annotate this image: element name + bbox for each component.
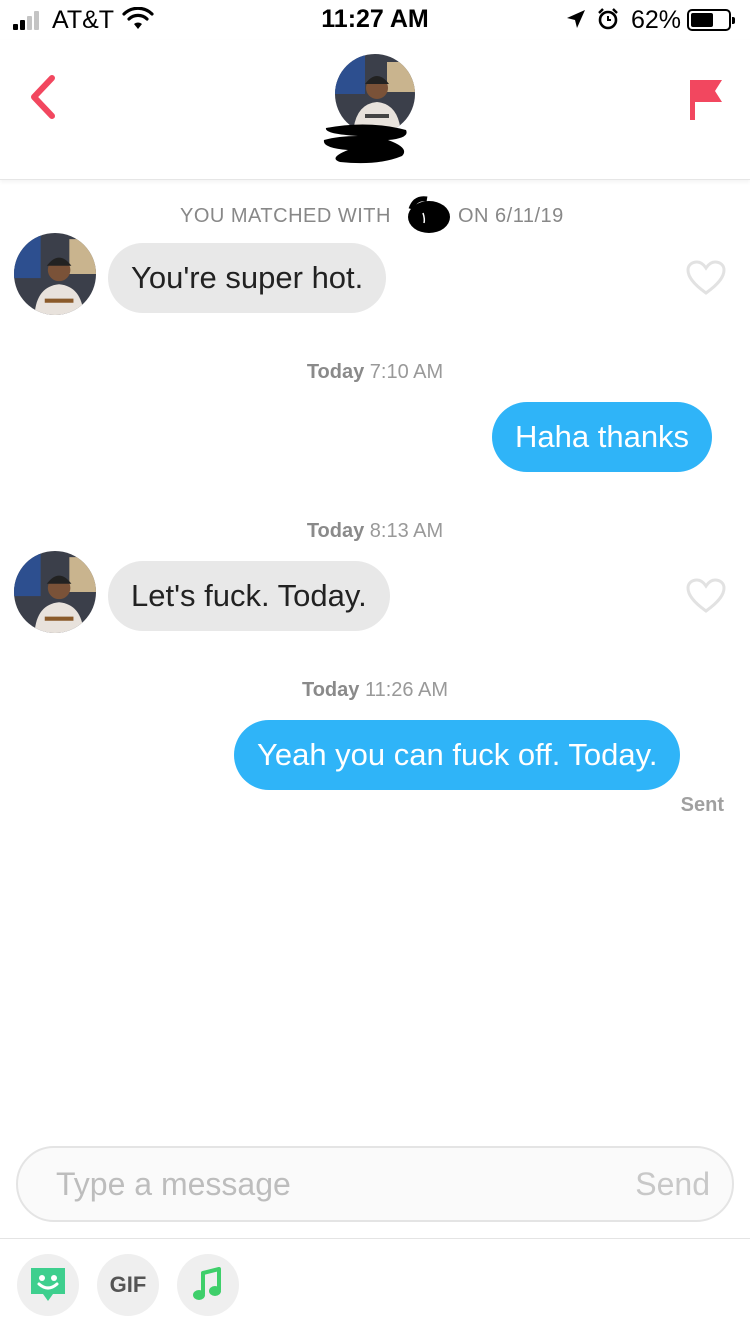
message-timestamp: Today 7:10 AM [0,361,750,384]
report-flag-button[interactable] [686,74,726,124]
timestamp-time: 8:13 AM [369,520,444,542]
sent-status: Sent [680,794,724,816]
timestamp-time: 11:26 AM [364,679,448,701]
location-arrow-icon [567,10,585,28]
message-bubble-incoming[interactable]: Let's fuck. Today. [108,561,390,631]
alarm-icon [598,8,618,30]
match-banner-prefix: YOU MATCHED WITH [180,205,391,227]
redacted-name-scribble [323,124,407,164]
message-input[interactable] [56,1148,596,1220]
music-note-icon [193,1267,221,1300]
match-banner-date: ON 6/11/19 [458,205,564,227]
send-button[interactable]: Send [635,1166,710,1203]
timestamp-time: 7:10 AM [369,361,444,383]
sticker-icon [31,1268,65,1301]
message-bubble-outgoing[interactable]: Haha thanks [492,402,713,472]
status-bar: AT&T 11:27 AM 62% [0,0,750,40]
gif-label: GIF [109,1272,147,1297]
like-heart-icon[interactable] [686,578,726,614]
toolbar-divider [0,1238,750,1239]
match-banner: YOU MATCHED WITH ON 6/11/19 [0,196,750,233]
sender-avatar[interactable] [14,233,96,315]
like-heart-icon[interactable] [686,260,726,296]
timestamp-day: Today [306,520,365,542]
redacted-name-blob [408,196,450,233]
gif-button[interactable]: GIF [97,1254,159,1316]
battery-percent: 62% [631,6,682,34]
back-button[interactable] [24,72,64,122]
message-timestamp: Today 8:13 AM [0,520,750,543]
message-timestamp: Today 11:26 AM [0,679,750,702]
sender-avatar[interactable] [14,551,96,633]
music-button[interactable] [177,1254,239,1316]
message-bubble-incoming[interactable]: You're super hot. [108,243,387,313]
battery-icon [687,9,735,31]
sticker-button[interactable] [17,1254,79,1316]
message-composer: Send [16,1146,734,1222]
message-bubble-outgoing[interactable]: Yeah you can fuck off. Today. [234,720,681,790]
timestamp-day: Today [301,679,360,701]
timestamp-day: Today [306,361,365,383]
chat-header [0,40,750,180]
